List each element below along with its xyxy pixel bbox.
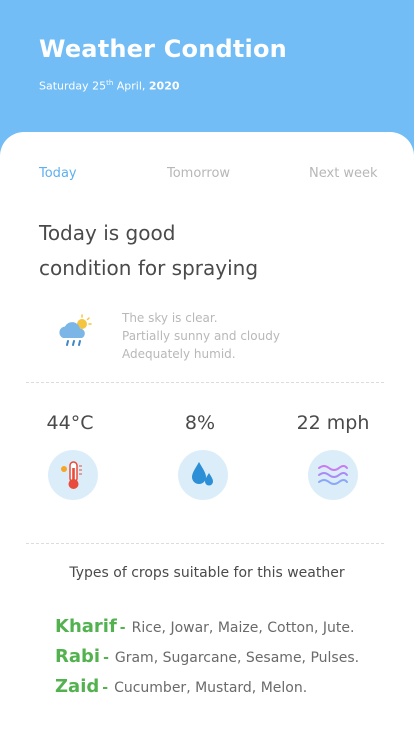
sky-description: The sky is clear. Partially sunny and cl…: [122, 311, 280, 361]
divider: [26, 543, 384, 544]
tab-tomorrow[interactable]: Tomorrow: [167, 166, 230, 181]
humidity-badge: [178, 450, 228, 500]
page-title: Weather Condtion: [39, 35, 287, 63]
content-card: Today Tomorrow Next week Today is good c…: [0, 132, 414, 755]
crop-row-rabi: Rabi - Gram, Sugarcane, Sesame, Pulses.: [55, 646, 360, 667]
crops-section-title: Types of crops suitable for this weather: [69, 565, 345, 581]
tab-today[interactable]: Today: [39, 166, 77, 181]
crop-list: Rice, Jowar, Maize, Cotton, Jute.: [131, 620, 355, 636]
condition-headline: Today is good condition for spraying: [39, 221, 259, 280]
partly-cloudy-rain-icon: [59, 314, 92, 346]
temperature-badge: [48, 450, 98, 500]
crop-season-name: Rabi: [55, 646, 101, 667]
crop-season-name: Kharif: [55, 616, 117, 637]
crop-season-name: Zaid: [55, 676, 100, 697]
thermometer-icon: [61, 461, 82, 489]
crop-list: Gram, Sugarcane, Sesame, Pulses.: [114, 650, 360, 666]
crop-row-zaid: Zaid - Cucumber, Mustard, Melon.: [55, 676, 308, 697]
tab-next-week[interactable]: Next week: [309, 166, 378, 181]
wind-icon: [318, 465, 348, 485]
divider: [26, 382, 384, 383]
date-label: Saturday 25th April, 2020: [39, 79, 180, 93]
crop-row-kharif: Kharif - Rice, Jowar, Maize, Cotton, Jute.: [55, 616, 355, 637]
water-drops-icon: [192, 462, 213, 486]
wind-speed-value: 22 mph: [296, 412, 370, 434]
crop-list: Cucumber, Mustard, Melon.: [114, 680, 308, 696]
wind-badge: [308, 450, 358, 500]
humidity-value: 8%: [184, 412, 216, 434]
temperature-value: 44°C: [46, 412, 94, 434]
